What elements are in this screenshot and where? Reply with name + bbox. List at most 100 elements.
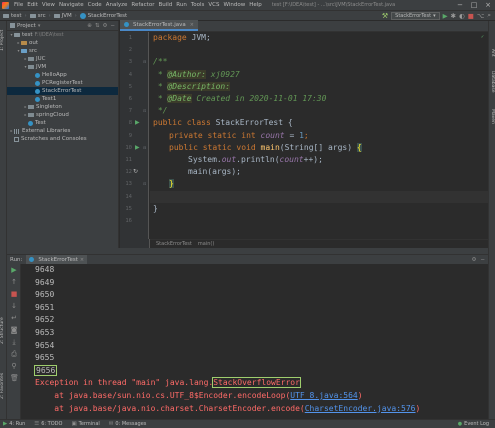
breadcrumb-src[interactable]: src xyxy=(29,13,46,19)
hide-icon[interactable]: − xyxy=(110,23,115,29)
tree-item[interactable]: ▸ JUC xyxy=(7,55,118,63)
tree-item[interactable]: Test xyxy=(7,119,118,127)
gear-icon[interactable]: ⚙ xyxy=(471,257,476,263)
stripe-ant-tab[interactable]: Ant xyxy=(490,49,495,63)
tree-item[interactable]: ▸ out xyxy=(7,39,118,47)
locate-icon[interactable]: ⊕ xyxy=(87,23,92,29)
pin-icon[interactable]: ⚲ xyxy=(10,362,18,370)
gutter-row[interactable]: 7 ⊡ xyxy=(120,105,149,117)
gutter-row[interactable]: 2 xyxy=(120,44,149,56)
close-icon[interactable]: × xyxy=(190,22,194,28)
close-icon[interactable]: × xyxy=(80,257,84,263)
menu-tools[interactable]: Tools xyxy=(189,2,207,8)
breadcrumb-method-item[interactable]: main() xyxy=(198,241,214,247)
menu-navigate[interactable]: Navigate xyxy=(57,2,86,8)
stripe-maven-tab[interactable]: Maven xyxy=(490,109,495,133)
inspection-ok-icon[interactable]: ✓ xyxy=(481,34,487,234)
breadcrumb-class-item[interactable]: StackErrorTest xyxy=(156,241,192,247)
gutter-row[interactable]: 8 ▶ xyxy=(120,117,149,129)
fold-icon[interactable]: ⊟ xyxy=(143,145,146,150)
stop-icon[interactable]: ■ xyxy=(468,12,474,20)
gutter-row[interactable]: 16 xyxy=(120,215,149,227)
tree-item[interactable]: PCRegisterTest xyxy=(7,79,118,87)
scroll-to-end-icon[interactable]: ⤓ xyxy=(10,338,18,347)
clear-all-icon[interactable]: 🗑 xyxy=(10,374,19,382)
stripe-structure-tab[interactable]: 2: Structure xyxy=(0,311,7,351)
gutter-row[interactable]: 11 xyxy=(120,154,149,166)
up-arrow-icon[interactable]: ↑ xyxy=(10,278,18,286)
tool-tab-run[interactable]: ▶ 4: Run xyxy=(3,421,25,427)
tree-item[interactable]: ▸ External Libraries xyxy=(7,127,118,135)
breadcrumb-jvm[interactable]: JVM xyxy=(53,13,72,19)
menu-help[interactable]: Help xyxy=(247,2,264,8)
menu-edit[interactable]: Edit xyxy=(25,2,40,8)
stripe-favorites-tab[interactable]: 2: Favorites xyxy=(0,366,7,406)
menu-run[interactable]: Run xyxy=(174,2,189,8)
menu-build[interactable]: Build xyxy=(156,2,174,8)
project-panel-title[interactable]: Project xyxy=(17,23,36,29)
tab-stackerrortest[interactable]: StackErrorTest.java × xyxy=(120,20,198,31)
camera-icon[interactable]: ◙ xyxy=(10,326,18,334)
tree-item[interactable]: ▾ src xyxy=(7,47,118,55)
stripe-database-tab[interactable]: Database xyxy=(490,71,495,101)
menu-code[interactable]: Code xyxy=(86,2,104,8)
gutter-row[interactable]: 13 ⊡ xyxy=(120,178,149,190)
gutter-row[interactable]: 4 xyxy=(120,69,149,81)
fold-icon[interactable]: ⊡ xyxy=(143,108,146,113)
maximize-icon[interactable]: □ xyxy=(467,1,481,9)
debug-icon[interactable]: ✱ xyxy=(451,12,456,20)
menu-window[interactable]: Window xyxy=(222,2,248,8)
search-icon[interactable]: ⌕ xyxy=(487,11,491,20)
event-log-button[interactable]: ● Event Log xyxy=(458,421,495,427)
tree-item[interactable]: StackErrorTest xyxy=(7,87,118,95)
collapse-icon[interactable]: ⇅ xyxy=(95,23,100,29)
stack-trace-link[interactable]: CharsetEncoder.java:576 xyxy=(305,404,416,413)
code-editor[interactable]: package JVM; /** * @Author: xj0927 * @De… xyxy=(150,32,488,239)
build-hammer-icon[interactable]: ⚒ xyxy=(382,12,388,20)
stop-icon[interactable]: ■ xyxy=(10,290,18,298)
breadcrumb-project[interactable]: test xyxy=(3,13,22,19)
run-icon[interactable]: ▶ xyxy=(443,12,448,20)
down-arrow-icon[interactable]: ↓ xyxy=(10,302,18,310)
hide-icon[interactable]: − xyxy=(480,257,485,263)
coverage-icon[interactable]: ◐ xyxy=(459,12,465,20)
menu-analyze[interactable]: Analyze xyxy=(104,2,130,8)
tree-item[interactable]: Scratches and Consoles xyxy=(7,135,118,143)
gutter-row[interactable]: 10 ▶ ⊟ xyxy=(120,142,149,154)
tree-item[interactable]: ▸ Singleton xyxy=(7,103,118,111)
run-gutter-icon[interactable]: ▶ xyxy=(135,119,140,126)
tool-tab-terminal[interactable]: ▣ Terminal xyxy=(71,421,99,427)
tree-item[interactable]: HelloApp xyxy=(7,71,118,79)
console-output[interactable]: 9648 9649 9650 9651 9652 9653 9654 9655 … xyxy=(21,264,488,419)
vcs-icon[interactable]: ⌥ xyxy=(477,12,485,20)
stack-trace-link[interactable]: UTF_8.java:564 xyxy=(290,391,357,400)
close-icon[interactable]: × xyxy=(481,1,495,9)
tool-tab-todo[interactable]: ☰ 6: TODO xyxy=(34,421,62,427)
chevron-down-icon[interactable]: ▾ xyxy=(38,23,41,29)
tree-item[interactable]: Test1 xyxy=(7,95,118,103)
soft-wrap-icon[interactable]: ↵ xyxy=(10,314,18,322)
menu-vcs[interactable]: VCS xyxy=(206,2,221,8)
tree-item[interactable]: ▾ test F:\IDEA\test xyxy=(7,31,118,39)
fold-icon[interactable]: ⊡ xyxy=(143,181,146,186)
rerun-icon[interactable]: ▶ xyxy=(10,266,18,274)
menu-view[interactable]: View xyxy=(40,2,57,8)
gutter-row[interactable]: 9 xyxy=(120,130,149,142)
run-configuration-select[interactable]: StackErrorTest ▾ xyxy=(391,11,440,20)
breadcrumb-class[interactable]: StackErrorTest xyxy=(79,12,127,19)
gutter-row[interactable]: 14 xyxy=(120,191,149,203)
tool-tab-messages[interactable]: ✉ 0: Messages xyxy=(109,421,147,427)
gutter-row[interactable]: 12 ↻ xyxy=(120,166,149,178)
gutter-row[interactable]: 3 ⊟ xyxy=(120,56,149,68)
gutter-row[interactable]: 6 xyxy=(120,93,149,105)
fold-icon[interactable]: ⊟ xyxy=(143,59,146,64)
run-gutter-icon[interactable]: ▶ xyxy=(135,144,140,151)
gutter-row[interactable]: 5 xyxy=(120,81,149,93)
gutter-row[interactable]: 15 xyxy=(120,203,149,215)
run-tab-stackerrortest[interactable]: StackErrorTest × xyxy=(26,254,88,265)
menu-refactor[interactable]: Refactor xyxy=(129,2,156,8)
gutter-row[interactable]: 1 xyxy=(120,32,149,44)
menu-file[interactable]: File xyxy=(12,2,25,8)
minimize-icon[interactable]: − xyxy=(453,1,467,9)
print-icon[interactable]: ⎙ xyxy=(10,350,18,359)
